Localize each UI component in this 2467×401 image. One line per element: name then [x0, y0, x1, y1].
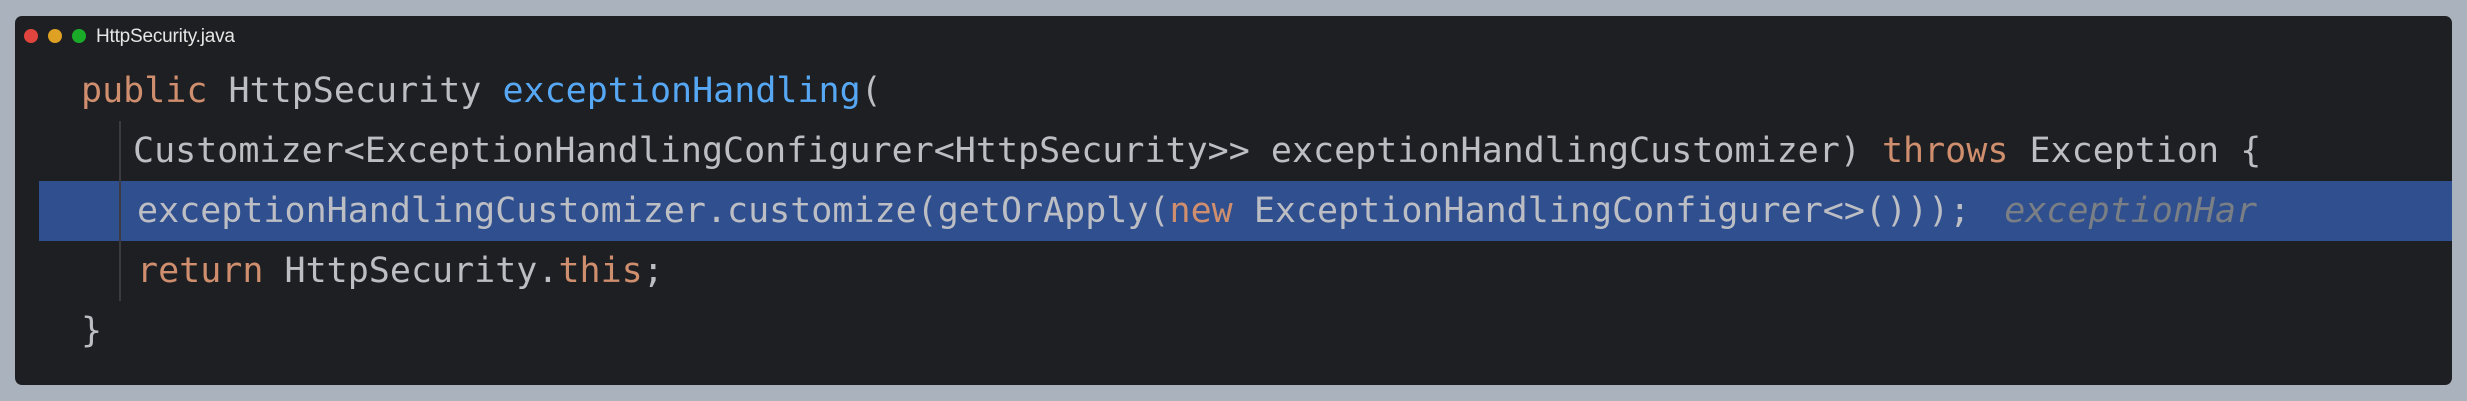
keyword-throws: throws	[1881, 131, 2009, 171]
keyword-public: public	[81, 71, 208, 111]
keyword-this: this	[558, 251, 643, 291]
code-window: HttpSecurity.java public HttpSecurity ex…	[15, 16, 2452, 385]
code-editor[interactable]: public HttpSecurity exceptionHandling( C…	[15, 16, 2452, 385]
customize-call: exceptionHandlingCustomizer.customize(ge…	[137, 191, 1170, 231]
inline-hint: exceptionHar	[2004, 191, 2258, 231]
return-target: HttpSecurity.	[263, 251, 559, 291]
keyword-return: return	[137, 251, 264, 291]
return-type: HttpSecurity	[207, 71, 503, 111]
code-line-1: public HttpSecurity exceptionHandling(	[81, 61, 882, 121]
indent-guide	[119, 121, 121, 301]
open-paren: (	[860, 71, 882, 111]
code-line-2: Customizer<ExceptionHandlingConfigurer<H…	[133, 121, 2261, 181]
keyword-new: new	[1169, 191, 1233, 231]
code-line-3: exceptionHandlingCustomizer.customize(ge…	[137, 181, 2257, 241]
parameter-declaration: Customizer<ExceptionHandlingConfigurer<H…	[133, 131, 1882, 171]
exception-clause: Exception {	[2008, 131, 2262, 171]
code-line-4: return HttpSecurity.this;	[137, 241, 664, 301]
closing-brace: }	[81, 311, 103, 351]
constructor-call: ExceptionHandlingConfigurer<>()));	[1232, 191, 1971, 231]
method-name: exceptionHandling	[502, 71, 861, 111]
semicolon: ;	[642, 251, 664, 291]
code-line-5: }	[81, 301, 102, 361]
